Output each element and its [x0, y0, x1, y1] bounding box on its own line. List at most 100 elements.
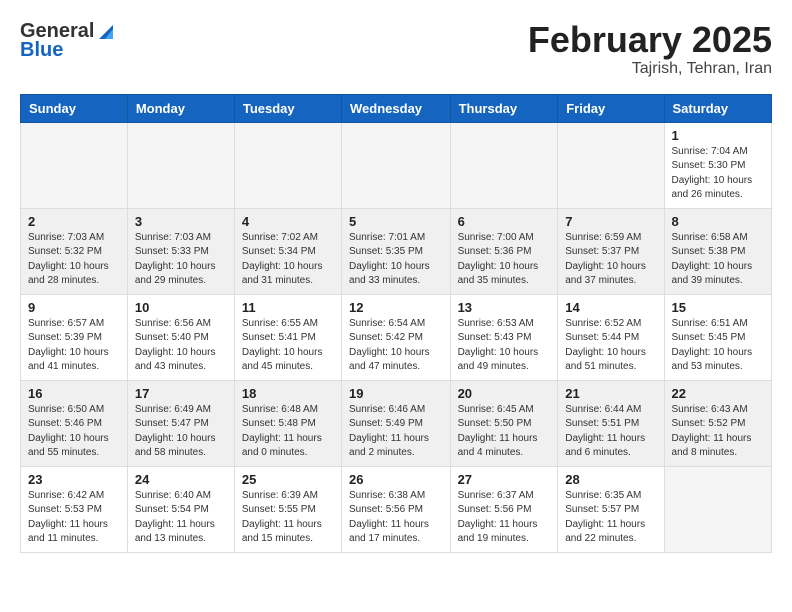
day-number: 25 [242, 472, 334, 487]
table-row: 15 Sunrise: 6:51 AM Sunset: 5:45 PM Dayli… [664, 294, 771, 380]
calendar-week-row: 16 Sunrise: 6:50 AM Sunset: 5:46 PM Dayli… [21, 380, 772, 466]
logo-icon [95, 21, 117, 43]
day-info: Sunrise: 6:52 AM Sunset: 5:44 PM Dayligh… [565, 317, 656, 375]
table-row: 18Sunrise: 6:48 AM Sunset: 5:48 PM Dayli… [234, 380, 341, 466]
day-number: 26 [349, 472, 443, 487]
table-row: 8Sunrise: 6:58 AM Sunset: 5:38 PM Daylig… [664, 208, 771, 294]
day-info: Sunrise: 7:04 AM Sunset: 5:30 PM Dayligh… [672, 145, 764, 203]
day-info: Sunrise: 6:53 AM Sunset: 5:43 PM Dayligh… [458, 317, 551, 375]
day-info: Sunrise: 6:56 AM Sunset: 5:40 PM Dayligh… [135, 317, 227, 375]
day-info: Sunrise: 6:50 AM Sunset: 5:46 PM Dayligh… [28, 403, 120, 461]
day-number: 16 [28, 386, 120, 401]
day-number: 10 [135, 300, 227, 315]
day-info: Sunrise: 7:03 AM Sunset: 5:32 PM Dayligh… [28, 231, 120, 289]
table-row: 24 Sunrise: 6:40 AM Sunset: 5:54 PM Dayli… [127, 466, 234, 552]
day-info: Sunrise: 6:46 AM Sunset: 5:49 PM Dayligh… [349, 403, 443, 461]
table-row: 7 Sunrise: 6:59 AM Sunset: 5:37 PM Daylig… [558, 208, 664, 294]
table-row: 13 Sunrise: 6:53 AM Sunset: 5:43 PM Dayli… [450, 294, 558, 380]
day-number: 11 [242, 300, 334, 315]
table-row [450, 122, 558, 208]
header-friday: Friday [558, 94, 664, 122]
table-row [234, 122, 341, 208]
day-info: Sunrise: 6:59 AM Sunset: 5:37 PM Dayligh… [565, 231, 656, 289]
day-number: 27 [458, 472, 551, 487]
day-number: 22 [672, 386, 764, 401]
calendar-week-row: 9 Sunrise: 6:57 AM Sunset: 5:39 PM Daylig… [21, 294, 772, 380]
table-row: 19 Sunrise: 6:46 AM Sunset: 5:49 PM Dayli… [342, 380, 451, 466]
table-row: 5 Sunrise: 7:01 AM Sunset: 5:35 PM Daylig… [342, 208, 451, 294]
day-number: 24 [135, 472, 227, 487]
table-row: 10 Sunrise: 6:56 AM Sunset: 5:40 PM Dayli… [127, 294, 234, 380]
day-info: Sunrise: 6:51 AM Sunset: 5:45 PM Dayligh… [672, 317, 764, 375]
table-row: 25 Sunrise: 6:39 AM Sunset: 5:55 PM Dayli… [234, 466, 341, 552]
table-row: 20Sunrise: 6:45 AM Sunset: 5:50 PM Dayli… [450, 380, 558, 466]
day-info: Sunrise: 6:48 AM Sunset: 5:48 PM Dayligh… [242, 403, 334, 461]
day-number: 20 [458, 386, 551, 401]
table-row: 22 Sunrise: 6:43 AM Sunset: 5:52 PM Dayli… [664, 380, 771, 466]
day-info: Sunrise: 6:55 AM Sunset: 5:41 PM Dayligh… [242, 317, 334, 375]
day-info: Sunrise: 6:57 AM Sunset: 5:39 PM Dayligh… [28, 317, 120, 375]
day-info: Sunrise: 6:37 AM Sunset: 5:56 PM Dayligh… [458, 489, 551, 547]
day-number: 7 [565, 214, 656, 229]
day-info: Sunrise: 6:38 AM Sunset: 5:56 PM Dayligh… [349, 489, 443, 547]
table-row: 9 Sunrise: 6:57 AM Sunset: 5:39 PM Daylig… [21, 294, 128, 380]
table-row: 3 Sunrise: 7:03 AM Sunset: 5:33 PM Daylig… [127, 208, 234, 294]
logo: General Blue [20, 20, 117, 62]
table-row: 1Sunrise: 7:04 AM Sunset: 5:30 PM Daylig… [664, 122, 771, 208]
day-number: 5 [349, 214, 443, 229]
day-number: 21 [565, 386, 656, 401]
header-monday: Monday [127, 94, 234, 122]
day-number: 15 [672, 300, 764, 315]
table-row: 27 Sunrise: 6:37 AM Sunset: 5:56 PM Dayli… [450, 466, 558, 552]
day-info: Sunrise: 6:43 AM Sunset: 5:52 PM Dayligh… [672, 403, 764, 461]
day-number: 17 [135, 386, 227, 401]
day-info: Sunrise: 6:49 AM Sunset: 5:47 PM Dayligh… [135, 403, 227, 461]
header-tuesday: Tuesday [234, 94, 341, 122]
table-row: 12Sunrise: 6:54 AM Sunset: 5:42 PM Dayli… [342, 294, 451, 380]
day-number: 13 [458, 300, 551, 315]
table-row: 6Sunrise: 7:00 AM Sunset: 5:36 PM Daylig… [450, 208, 558, 294]
calendar-location: Tajrish, Tehran, Iran [528, 60, 772, 78]
table-row: 26 Sunrise: 6:38 AM Sunset: 5:56 PM Dayli… [342, 466, 451, 552]
calendar-week-row: 2 Sunrise: 7:03 AM Sunset: 5:32 PM Daylig… [21, 208, 772, 294]
day-info: Sunrise: 6:42 AM Sunset: 5:53 PM Dayligh… [28, 489, 120, 547]
day-info: Sunrise: 6:58 AM Sunset: 5:38 PM Dayligh… [672, 231, 764, 289]
day-info: Sunrise: 6:44 AM Sunset: 5:51 PM Dayligh… [565, 403, 656, 461]
day-info: Sunrise: 7:00 AM Sunset: 5:36 PM Dayligh… [458, 231, 551, 289]
day-info: Sunrise: 7:02 AM Sunset: 5:34 PM Dayligh… [242, 231, 334, 289]
day-info: Sunrise: 7:03 AM Sunset: 5:33 PM Dayligh… [135, 231, 227, 289]
day-number: 9 [28, 300, 120, 315]
table-row [342, 122, 451, 208]
calendar-month-year: February 2025 [528, 20, 772, 60]
page-header: General Blue February 2025 Tajrish, Tehr… [20, 20, 772, 78]
table-row: 14 Sunrise: 6:52 AM Sunset: 5:44 PM Dayli… [558, 294, 664, 380]
header-wednesday: Wednesday [342, 94, 451, 122]
day-info: Sunrise: 7:01 AM Sunset: 5:35 PM Dayligh… [349, 231, 443, 289]
table-row: 2 Sunrise: 7:03 AM Sunset: 5:32 PM Daylig… [21, 208, 128, 294]
calendar-table: Sunday Monday Tuesday Wednesday Thursday… [20, 94, 772, 553]
logo-blue: Blue [20, 39, 63, 62]
calendar-week-row: 1Sunrise: 7:04 AM Sunset: 5:30 PM Daylig… [21, 122, 772, 208]
calendar-title: February 2025 Tajrish, Tehran, Iran [528, 20, 772, 78]
day-info: Sunrise: 6:40 AM Sunset: 5:54 PM Dayligh… [135, 489, 227, 547]
table-row [21, 122, 128, 208]
day-info: Sunrise: 6:35 AM Sunset: 5:57 PM Dayligh… [565, 489, 656, 547]
day-number: 28 [565, 472, 656, 487]
day-info: Sunrise: 6:54 AM Sunset: 5:42 PM Dayligh… [349, 317, 443, 375]
day-number: 4 [242, 214, 334, 229]
day-number: 23 [28, 472, 120, 487]
table-row: 17 Sunrise: 6:49 AM Sunset: 5:47 PM Dayli… [127, 380, 234, 466]
day-number: 19 [349, 386, 443, 401]
table-row: 11 Sunrise: 6:55 AM Sunset: 5:41 PM Dayli… [234, 294, 341, 380]
header-thursday: Thursday [450, 94, 558, 122]
table-row [664, 466, 771, 552]
table-row [127, 122, 234, 208]
table-row: 4 Sunrise: 7:02 AM Sunset: 5:34 PM Daylig… [234, 208, 341, 294]
header-saturday: Saturday [664, 94, 771, 122]
day-info: Sunrise: 6:39 AM Sunset: 5:55 PM Dayligh… [242, 489, 334, 547]
table-row: 21 Sunrise: 6:44 AM Sunset: 5:51 PM Dayli… [558, 380, 664, 466]
table-row: 28 Sunrise: 6:35 AM Sunset: 5:57 PM Dayli… [558, 466, 664, 552]
day-number: 3 [135, 214, 227, 229]
day-number: 14 [565, 300, 656, 315]
day-number: 2 [28, 214, 120, 229]
